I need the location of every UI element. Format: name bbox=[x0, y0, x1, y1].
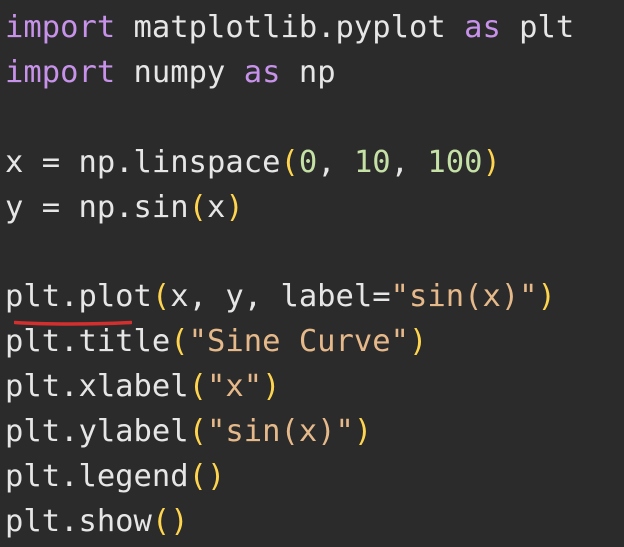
code-line[interactable] bbox=[5, 230, 624, 275]
code-line[interactable]: plt.ylabel("sin(x)") bbox=[5, 410, 624, 455]
code-token: plt bbox=[500, 10, 575, 45]
code-token: ) bbox=[225, 189, 244, 225]
code-line[interactable]: plt.xlabel("x") bbox=[5, 365, 624, 410]
code-token: ( bbox=[170, 324, 189, 360]
code-line[interactable] bbox=[5, 96, 624, 141]
code-token: ( bbox=[280, 144, 299, 180]
code-token: ) bbox=[409, 324, 428, 360]
code-token: 10 bbox=[353, 144, 391, 180]
code-token: ( bbox=[188, 414, 208, 450]
code-line[interactable]: plt.show() bbox=[5, 500, 624, 545]
code-token: numpy bbox=[115, 54, 244, 90]
code-token: y = np.sin bbox=[5, 189, 189, 225]
code-editor[interactable]: import matplotlib.pyplot as plt import nu… bbox=[0, 0, 624, 547]
code-token: x, y, label= bbox=[170, 279, 391, 315]
code-token: as bbox=[243, 54, 281, 90]
code-token: plt.plot bbox=[5, 279, 152, 315]
code-line[interactable]: import numpy as np bbox=[5, 51, 624, 96]
code-token: plt.xlabel bbox=[5, 369, 189, 405]
code-token: x bbox=[207, 189, 226, 225]
code-token: ( bbox=[188, 369, 208, 405]
code-token: import bbox=[5, 54, 116, 90]
code-token: ( bbox=[151, 279, 171, 315]
code-token: "sin(x)" bbox=[390, 279, 538, 315]
code-token: matplotlib.pyplot bbox=[115, 10, 465, 45]
code-line[interactable]: plt.title("Sine Curve") bbox=[5, 320, 624, 365]
code-token: 100 bbox=[427, 144, 483, 180]
code-token: () bbox=[188, 458, 226, 494]
code-token: "Sine Curve" bbox=[188, 324, 409, 360]
code-token: plt.legend bbox=[5, 458, 189, 494]
code-token: import bbox=[5, 10, 116, 45]
code-token: , bbox=[317, 144, 354, 180]
code-token: ) bbox=[262, 369, 281, 405]
code-token: "sin(x)" bbox=[207, 414, 354, 450]
code-token: , bbox=[390, 144, 428, 180]
code-line[interactable]: y = np.sin(x) bbox=[5, 186, 624, 231]
code-line[interactable]: import matplotlib.pyplot as plt bbox=[5, 6, 624, 51]
code-token: np bbox=[280, 54, 336, 90]
code-token: as bbox=[464, 10, 501, 45]
code-token: ) bbox=[537, 279, 556, 315]
code-token: 0 bbox=[298, 144, 318, 180]
code-token: x = np.linspace bbox=[5, 144, 281, 180]
code-token: ( bbox=[188, 189, 208, 225]
code-line[interactable]: x = np.linspace(0, 10, 100) bbox=[5, 141, 624, 186]
code-token: () bbox=[151, 503, 189, 539]
code-token: plt.ylabel bbox=[5, 414, 189, 450]
code-token: ) bbox=[482, 144, 501, 180]
code-token: plt.show bbox=[5, 503, 152, 539]
code-token: ) bbox=[353, 414, 373, 450]
code-line[interactable]: plt.legend() bbox=[5, 455, 624, 500]
code-token: "x" bbox=[207, 369, 263, 405]
code-line[interactable]: plt.plot(x, y, label="sin(x)") bbox=[5, 275, 624, 320]
code-token: plt.title bbox=[5, 324, 171, 360]
